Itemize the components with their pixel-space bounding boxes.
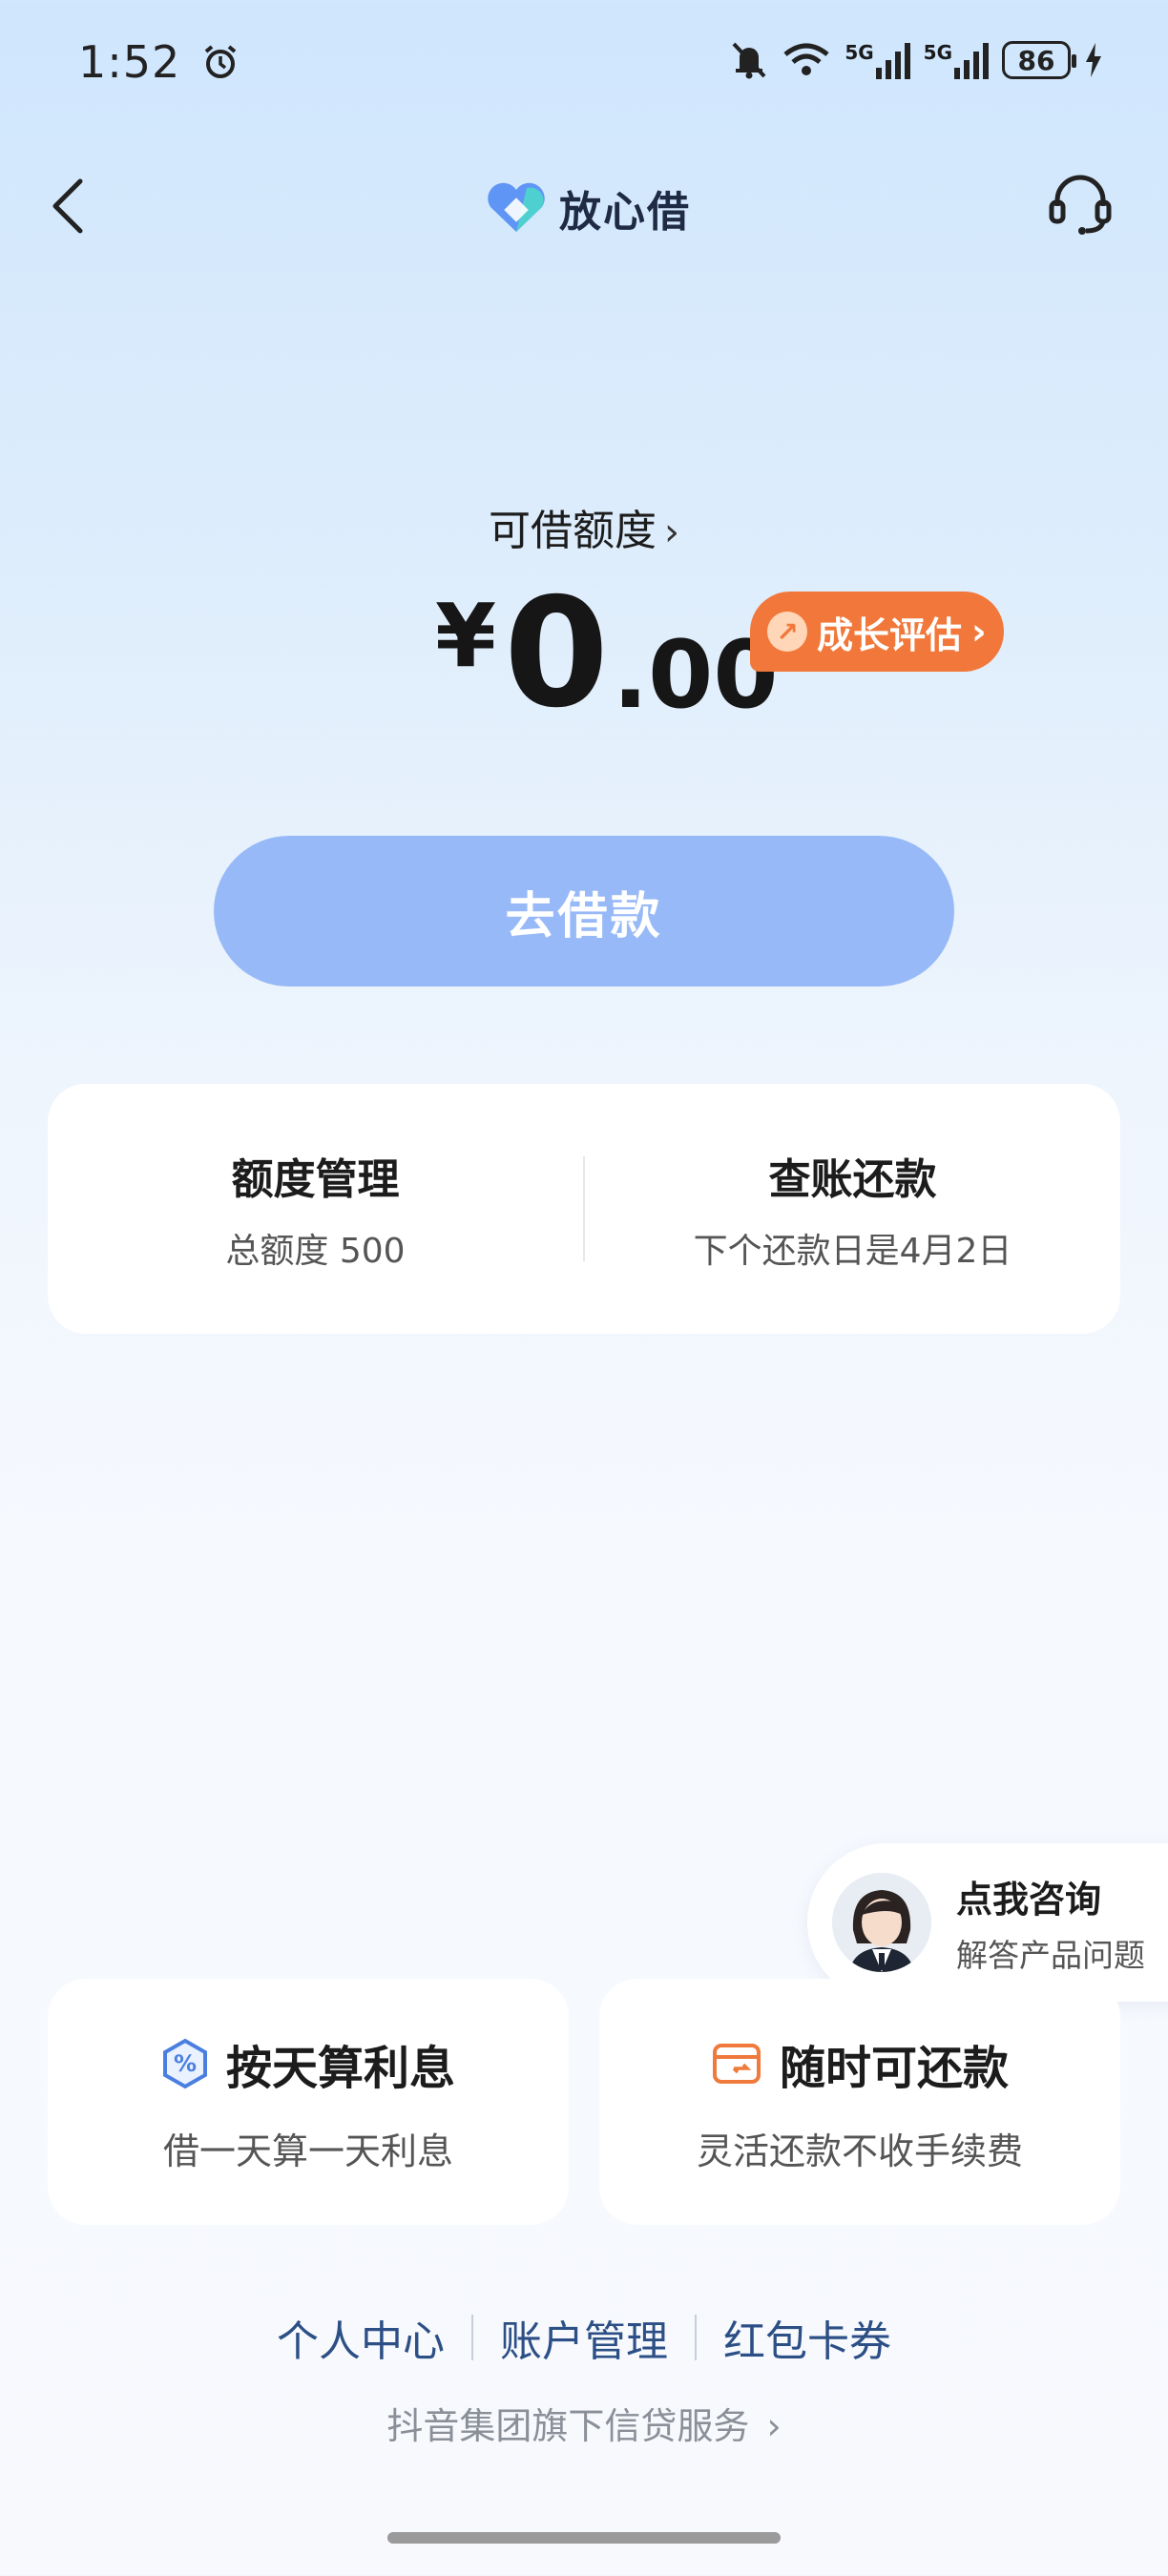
signal-bars-icon xyxy=(954,43,989,79)
signal-1: 5G xyxy=(845,41,910,79)
chevron-right-icon: › xyxy=(971,611,987,653)
bill-repayment[interactable]: 查账还款 下个还款日是4月2日 xyxy=(585,1084,1120,1334)
signal-bars-icon xyxy=(875,43,910,79)
battery-icon: 86 xyxy=(1002,41,1076,79)
agent-avatar xyxy=(832,1873,931,1972)
service-notice[interactable]: 抖音集团旗下信贷服务 › xyxy=(0,2397,1168,2449)
back-arrow-icon[interactable] xyxy=(46,176,88,237)
mute-bell-icon xyxy=(732,42,766,79)
heart-logo-icon xyxy=(488,182,545,232)
brand-name: 放心借 xyxy=(559,188,691,237)
wallet-icon xyxy=(712,2043,761,2084)
percent-icon: % xyxy=(162,2038,207,2088)
feature-card-anytime-repay: 随时可还款 灵活还款不收手续费 xyxy=(599,1979,1120,2225)
svg-text:%: % xyxy=(174,2050,197,2077)
quota-management[interactable]: 额度管理 总额度 500 xyxy=(48,1084,583,1334)
chevron-right-icon: › xyxy=(766,2405,782,2447)
brand-logo: 放心借 xyxy=(485,177,691,239)
footer-links: 个人中心 账户管理 红包卡券 xyxy=(0,2307,1168,2368)
signal-2: 5G xyxy=(924,41,989,79)
chevron-right-icon: › xyxy=(664,510,679,554)
link-coupons[interactable]: 红包卡券 xyxy=(697,2307,918,2368)
available-credit-label[interactable]: 可借额度 › xyxy=(0,496,1168,557)
charging-icon xyxy=(1086,43,1101,77)
customer-service-icon[interactable] xyxy=(1046,170,1115,239)
status-icons: 5G 5G 86 xyxy=(730,40,1103,80)
link-personal-center[interactable]: 个人中心 xyxy=(250,2307,471,2368)
wifi-icon xyxy=(783,43,829,75)
credit-amount: ¥ 0 .00 xyxy=(435,566,779,741)
link-account-management[interactable]: 账户管理 xyxy=(473,2307,695,2368)
growth-evaluation-button[interactable]: ↗ 成长评估 › xyxy=(750,592,1004,672)
status-time: 1:52 xyxy=(78,36,240,88)
alarm-icon xyxy=(204,45,237,78)
quota-card: 额度管理 总额度 500 查账还款 下个还款日是4月2日 xyxy=(48,1084,1120,1334)
borrow-button[interactable]: 去借款 xyxy=(214,836,954,987)
home-indicator[interactable] xyxy=(387,2532,781,2544)
feature-card-daily-interest: % 按天算利息 借一天算一天利息 xyxy=(48,1979,569,2225)
growth-arrow-icon: ↗ xyxy=(767,612,807,652)
